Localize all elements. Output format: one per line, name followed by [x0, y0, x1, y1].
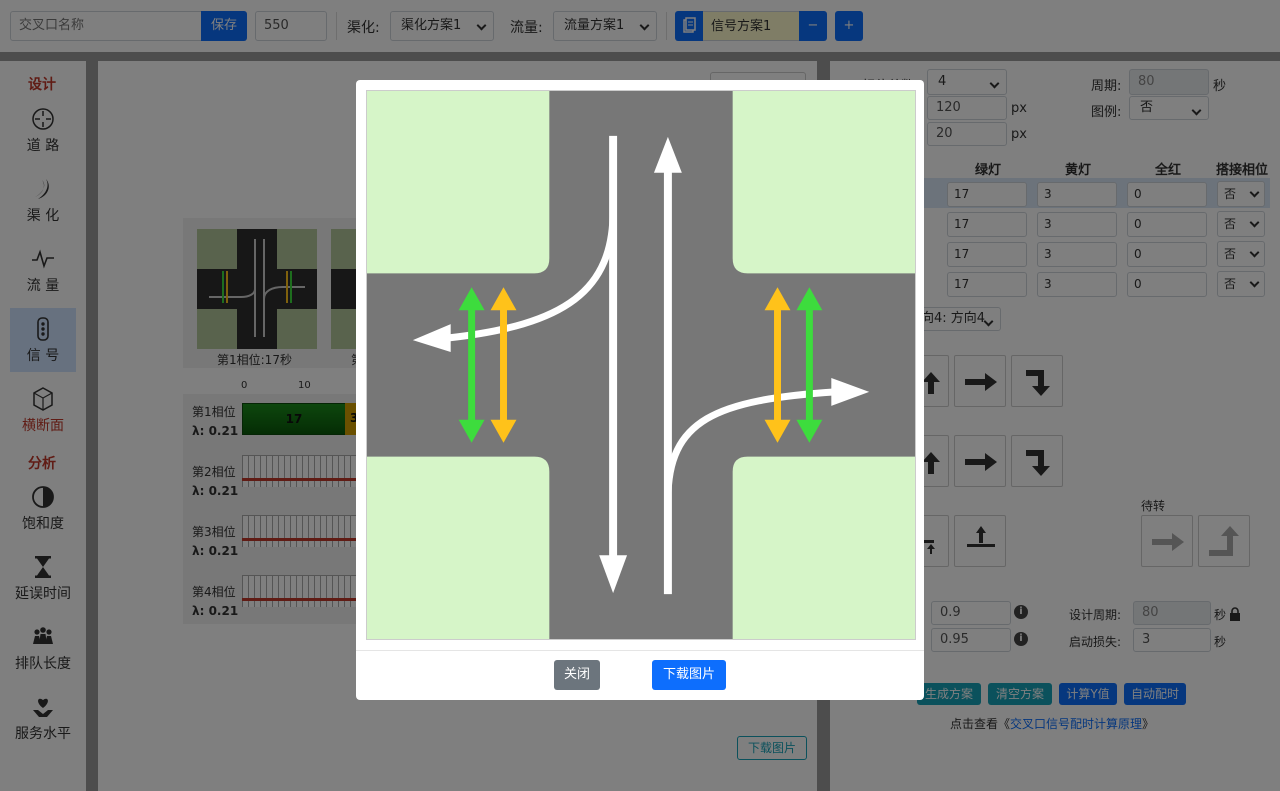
grass-bottom-right [732, 456, 915, 639]
grass-top-left [367, 91, 550, 274]
modal-close-button[interactable]: 关闭 [554, 660, 600, 690]
intersection-diagram [366, 90, 916, 640]
grass-top-right [732, 91, 915, 274]
grass-bottom-left [367, 456, 550, 639]
modal-download-button[interactable]: 下载图片 [652, 660, 726, 690]
intersection-image-modal: 关闭 下载图片 [356, 80, 924, 700]
modal-footer-divider [356, 650, 924, 651]
